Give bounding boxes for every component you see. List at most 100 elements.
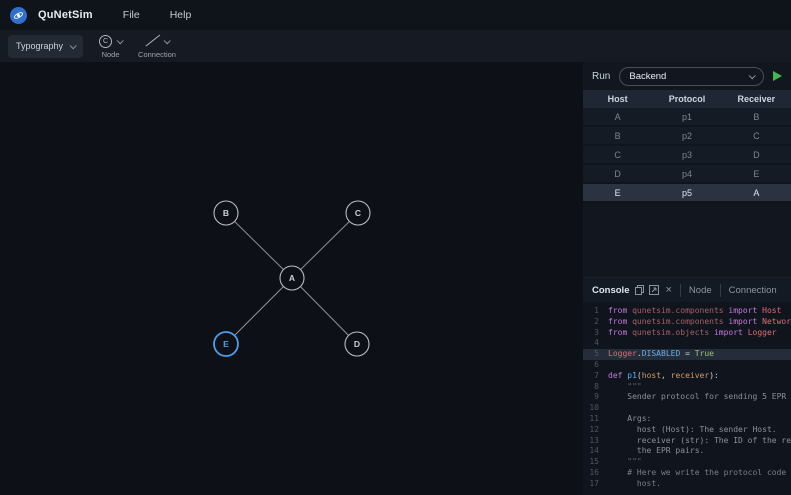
code-token: """: [608, 457, 642, 468]
graph-node[interactable]: B: [214, 201, 238, 225]
graph-node[interactable]: E: [214, 332, 238, 356]
node-icon: C: [99, 35, 112, 48]
tab-separator: [720, 284, 721, 297]
table-row[interactable]: Bp2C: [583, 127, 791, 146]
code-token: import: [728, 317, 757, 328]
network-canvas[interactable]: A B C D E: [0, 62, 583, 495]
code-line[interactable]: 3from qunetsim.objects import Logger: [583, 328, 791, 339]
panel-spacer: [583, 203, 791, 277]
line-number: 1: [583, 306, 599, 317]
table-body: Ap1BBp2CCp3DDp4EEp5A: [583, 108, 791, 203]
close-icon[interactable]: ×: [665, 285, 671, 295]
code-token: receiver: [671, 371, 710, 382]
graph-edge[interactable]: [292, 278, 357, 344]
code-token: Logger: [743, 328, 777, 339]
code-line[interactable]: 14 the EPR pairs.: [583, 446, 791, 457]
table-cell: E: [583, 188, 652, 198]
table-cell: B: [722, 112, 791, 122]
code-token: from: [608, 317, 627, 328]
code-token: # Here we write the protocol code for a: [608, 468, 791, 479]
line-number: 9: [583, 392, 599, 403]
code-line[interactable]: 11 Args:: [583, 414, 791, 425]
chevron-down-icon: [117, 37, 124, 44]
graph-node[interactable]: C: [346, 201, 370, 225]
toolbar: Typography C Node Connection: [0, 30, 791, 62]
table-cell: p1: [652, 112, 721, 122]
tab-node[interactable]: Node: [689, 285, 712, 296]
node-tool-label: Node: [102, 50, 120, 59]
table-header-cell: Receiver: [722, 94, 791, 104]
menubar: QuNetSim File Help: [0, 0, 791, 30]
table-row[interactable]: Dp4E: [583, 165, 791, 184]
graph-node[interactable]: D: [345, 332, 369, 356]
code-token: Host: [757, 306, 781, 317]
graph-node[interactable]: A: [280, 266, 304, 290]
table-header-row: HostProtocolReceiver: [583, 90, 791, 108]
table-cell: A: [722, 188, 791, 198]
chevron-down-icon: [70, 42, 77, 49]
code-line[interactable]: 1from qunetsim.components import Host: [583, 306, 791, 317]
code-line[interactable]: 16 # Here we write the protocol code for…: [583, 468, 791, 479]
code-line[interactable]: 2from qunetsim.components import Network: [583, 317, 791, 328]
code-line[interactable]: 5Logger.DISABLED = True: [583, 349, 791, 360]
table-cell: p5: [652, 188, 721, 198]
table-row[interactable]: Ep5A: [583, 184, 791, 203]
table-cell: E: [722, 169, 791, 179]
run-play-button[interactable]: [773, 71, 782, 81]
code-token: host (Host): The sender Host.: [608, 425, 777, 436]
code-token: Network: [757, 317, 791, 328]
code-line[interactable]: 4: [583, 338, 791, 349]
line-number: 11: [583, 414, 599, 425]
tab-separator: [680, 284, 681, 297]
backend-select[interactable]: Backend: [619, 67, 764, 86]
popout-icon[interactable]: [649, 285, 659, 295]
menu-item-help[interactable]: Help: [170, 9, 192, 21]
code-line[interactable]: 8 """: [583, 382, 791, 393]
table-header-cell: Host: [583, 94, 652, 104]
code-token: """: [608, 382, 642, 393]
code-token: True: [695, 349, 714, 360]
line-number: 8: [583, 382, 599, 393]
code-token: host.: [608, 479, 661, 490]
graph-node-label: E: [223, 339, 229, 349]
line-number: 5: [583, 349, 599, 360]
code-token: Args:: [608, 414, 651, 425]
code-token: from: [608, 306, 627, 317]
graph-edge[interactable]: [292, 213, 358, 278]
graph-node-label: D: [354, 339, 360, 349]
code-line[interactable]: 15 """: [583, 457, 791, 468]
line-number: 12: [583, 425, 599, 436]
graph-edge[interactable]: [226, 213, 292, 278]
menu-item-file[interactable]: File: [123, 9, 140, 21]
connection-tool-button[interactable]: Connection: [138, 34, 176, 59]
protocol-table: HostProtocolReceiver Ap1BBp2CCp3DDp4EEp5…: [583, 90, 791, 203]
code-line[interactable]: 12 host (Host): The sender Host.: [583, 425, 791, 436]
line-number: 7: [583, 371, 599, 382]
code-line[interactable]: 13 receiver (str): The ID of the receive…: [583, 436, 791, 447]
code-line[interactable]: 6: [583, 360, 791, 371]
table-row[interactable]: Ap1B: [583, 108, 791, 127]
code-line[interactable]: 10: [583, 403, 791, 414]
line-number: 6: [583, 360, 599, 371]
code-token: Logger: [608, 349, 637, 360]
app-logo-icon: [10, 7, 27, 24]
copy-icon[interactable]: [635, 285, 644, 295]
code-token: qunetsim.components: [627, 306, 728, 317]
code-line[interactable]: 9 Sender protocol for sending 5 EPR pair…: [583, 392, 791, 403]
code-token: receiver (str): The ID of the receiver o…: [608, 436, 791, 447]
code-token: DISABLED: [642, 349, 681, 360]
node-tool-button[interactable]: C Node: [99, 34, 122, 59]
code-token: import: [714, 328, 743, 339]
tab-connection[interactable]: Connection: [729, 285, 777, 296]
table-cell: p4: [652, 169, 721, 179]
table-row[interactable]: Cp3D: [583, 146, 791, 165]
typography-dropdown[interactable]: Typography: [8, 35, 83, 58]
table-cell: D: [722, 150, 791, 160]
code-line[interactable]: 7def p1(host, receiver):: [583, 371, 791, 382]
code-line[interactable]: 17 host.: [583, 479, 791, 490]
graph-edge[interactable]: [226, 278, 292, 344]
graph-node-label: B: [223, 208, 229, 218]
backend-select-value: Backend: [629, 71, 666, 82]
code-editor[interactable]: 1 from qunetsim.components import Host2fr…: [583, 302, 791, 495]
line-number: 16: [583, 468, 599, 479]
